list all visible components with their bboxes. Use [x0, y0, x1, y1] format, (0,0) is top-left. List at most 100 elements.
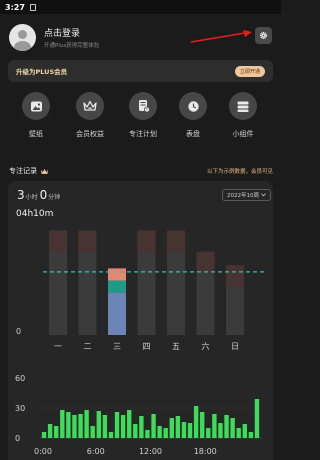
- quick-label-wallpaper: 壁纸: [29, 130, 43, 138]
- plan-icon: [138, 100, 150, 113]
- minute-bar: [200, 412, 205, 438]
- weekly-focus-chart: 一 二 三 四 五 六 日 0: [16, 230, 265, 351]
- minute-bar: [181, 422, 187, 438]
- y-tick-label: 30: [15, 404, 25, 413]
- quick-label-widget: 小组件: [232, 130, 254, 138]
- y-tick-label: 60: [15, 374, 25, 383]
- duration-hours: 3: [17, 188, 25, 202]
- weekday-tick-label: 二: [84, 342, 92, 351]
- minute-bar: [212, 414, 217, 438]
- minute-bar: [206, 428, 211, 438]
- widget-icon: [237, 101, 249, 112]
- minute-bar: [248, 432, 254, 438]
- day-bar-top-segment: [196, 251, 215, 274]
- chevron-down-icon: [261, 193, 266, 197]
- plus-open-button[interactable]: 立即开通: [234, 65, 265, 77]
- minute-bar: [120, 415, 126, 438]
- quick-label-vip: 会员权益: [76, 130, 104, 138]
- minute-bar: [84, 410, 89, 438]
- day-bar-top-segment: [137, 230, 156, 253]
- minute-bar: [254, 399, 260, 438]
- hours-unit: 小时: [25, 194, 38, 201]
- week-selector-value: 2022年10周: [227, 193, 259, 199]
- avatar-head-shape: [18, 29, 27, 39]
- minutes-unit: 分钟: [48, 194, 61, 201]
- plus-upgrade-banner[interactable]: 升级为PLUS会员 立即开通: [8, 60, 273, 82]
- settings-button[interactable]: [255, 27, 272, 44]
- minute-bar: [224, 415, 229, 438]
- minute-bar: [175, 416, 181, 438]
- week-selector[interactable]: 2022年10周: [222, 189, 271, 201]
- quick-item-focus-plan[interactable]: 专注计划: [120, 92, 166, 139]
- crown-icon: [41, 168, 48, 174]
- quick-label-clock-face: 表盘: [186, 130, 200, 138]
- quick-label-focus-plan: 专注计划: [129, 130, 157, 138]
- minute-bar: [145, 430, 150, 438]
- minute-bar: [108, 432, 114, 438]
- sim-icon: [29, 3, 36, 11]
- minute-bar: [72, 415, 77, 438]
- x-tick-label: 6:00: [87, 447, 105, 456]
- minute-bar: [47, 424, 53, 438]
- minute-bar: [169, 418, 174, 438]
- minute-bar: [163, 428, 168, 438]
- annotation-arrow: [190, 30, 252, 43]
- minute-bar: [54, 426, 59, 438]
- avatar-body-shape: [14, 40, 31, 51]
- minute-bar: [102, 415, 108, 438]
- plus-banner-title: 升级为PLUS会员: [16, 68, 68, 76]
- weekday-tick-label: 五: [172, 342, 180, 351]
- minute-bar: [114, 412, 120, 438]
- minute-bar: [133, 424, 138, 438]
- sample-data-note: 以下为示例数据，会员可见: [206, 169, 273, 175]
- highlighted-bar-segment: [108, 280, 126, 293]
- total-duration: 3 小时 0 分钟: [17, 188, 62, 202]
- login-title[interactable]: 点击登录: [44, 26, 99, 39]
- day-bar-top-segment: [49, 230, 67, 253]
- minute-bar: [151, 414, 156, 438]
- weekday-tick-label: 三: [113, 342, 121, 351]
- focus-record-header: 专注记录 以下为示例数据，会员可见: [9, 165, 273, 177]
- minute-bar: [66, 412, 71, 438]
- day-bar-top-segment: [167, 230, 185, 253]
- x-tick-label: 18:00: [194, 447, 217, 456]
- minute-bar: [193, 406, 199, 438]
- minute-bar: [242, 424, 247, 438]
- minute-bar: [236, 428, 241, 438]
- highlighted-bar-segment: [108, 292, 126, 335]
- minute-bar: [60, 410, 65, 438]
- gear-icon: [259, 31, 268, 40]
- minute-bar: [78, 414, 83, 438]
- minute-bar: [218, 423, 223, 438]
- highlighted-bar-segment: [108, 268, 126, 281]
- quick-item-wallpaper[interactable]: 壁纸: [13, 92, 59, 139]
- minute-bar: [187, 423, 193, 438]
- minute-bar: [90, 426, 95, 438]
- quick-actions: 壁纸 会员权益 专注计划 表盘 小组件: [0, 92, 281, 146]
- weekday-tick-label: 六: [202, 341, 210, 351]
- x-tick-label: 0:00: [34, 447, 52, 456]
- x-tick-label: 12:00: [139, 447, 162, 456]
- duration-minutes: 0: [39, 188, 48, 202]
- crown-icon: [83, 100, 97, 111]
- quick-item-clock-face[interactable]: 表盘: [170, 92, 216, 139]
- login-subtitle: 开通Plus获得完整体验: [44, 42, 100, 49]
- minute-bar: [41, 432, 47, 438]
- quick-item-vip[interactable]: 会员权益: [67, 92, 113, 139]
- minute-bar: [230, 418, 235, 438]
- minute-bar: [127, 410, 132, 438]
- minute-bar: [157, 426, 162, 438]
- y-tick-label: 0: [15, 434, 20, 443]
- minute-bar: [139, 416, 144, 438]
- status-time: 3:27: [5, 2, 25, 12]
- wallpaper-icon: [30, 101, 42, 111]
- quick-item-widget[interactable]: 小组件: [220, 92, 266, 139]
- avatar[interactable]: [9, 23, 36, 51]
- daily-distribution-chart: 0 30 60 0:00 6:00 12:00 18:00: [15, 374, 262, 456]
- y-tick-label: 0: [16, 327, 21, 336]
- day-bar-top-segment: [78, 230, 97, 253]
- weekday-tick-label: 四: [143, 342, 151, 351]
- weekday-tick-label: 一: [54, 342, 62, 351]
- status-bar: 3:27: [0, 0, 281, 14]
- day-bar-top-segment: [226, 265, 244, 288]
